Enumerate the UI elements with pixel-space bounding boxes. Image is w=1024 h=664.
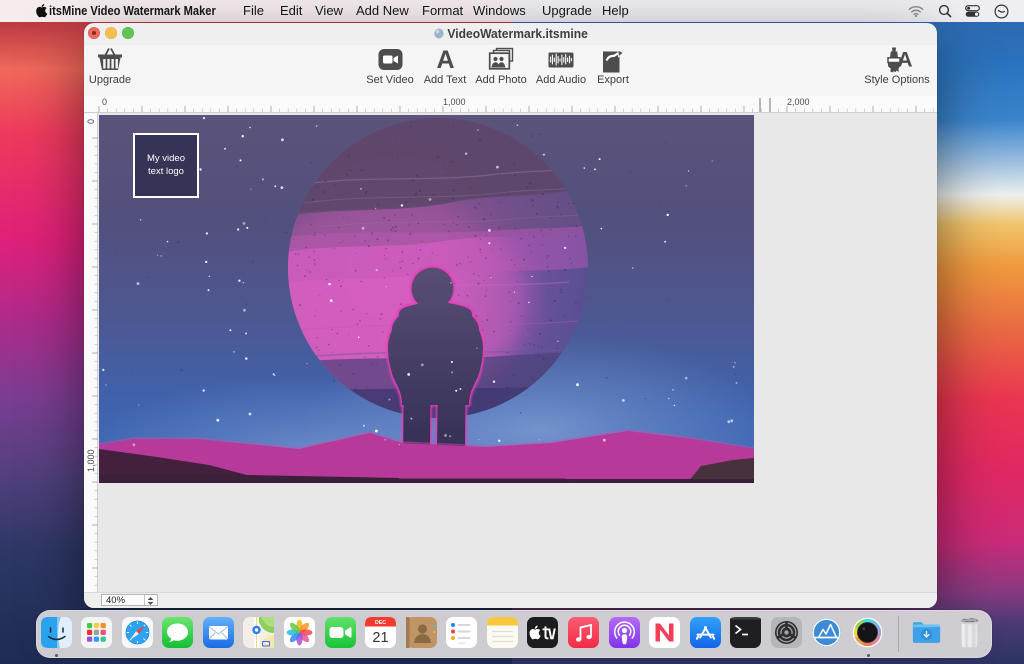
svg-text:0: 0 <box>86 119 96 124</box>
svg-text:A: A <box>436 47 454 72</box>
svg-text:0: 0 <box>102 97 107 107</box>
svg-text:1,000: 1,000 <box>443 97 466 107</box>
svg-text:DEC: DEC <box>375 620 386 626</box>
svg-text:2,000: 2,000 <box>787 97 810 107</box>
svg-text:1,000: 1,000 <box>86 449 96 472</box>
svg-text:21: 21 <box>373 630 389 646</box>
svg-text:A: A <box>897 49 912 72</box>
